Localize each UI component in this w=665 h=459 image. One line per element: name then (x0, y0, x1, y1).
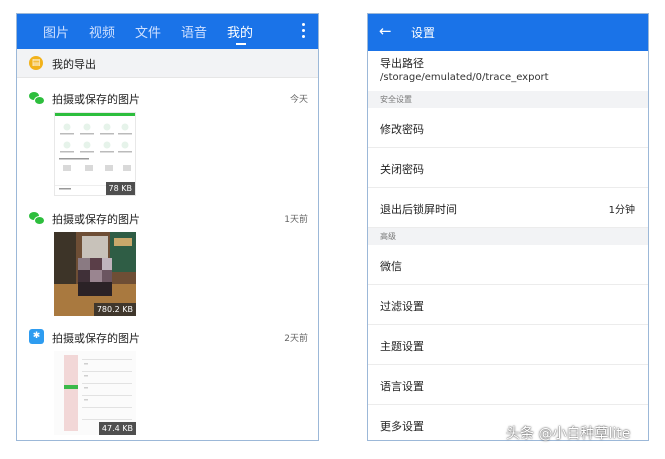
settings-panel: ← 设置 导出路径 /storage/emulated/0/trace_expo… (367, 13, 649, 441)
tab-files[interactable]: 文件 (135, 22, 161, 41)
image-thumbnail[interactable]: 780.2 KB (54, 232, 136, 316)
group-time: 今天 (289, 95, 308, 105)
file-size-badge: 780.2 KB (93, 303, 136, 316)
wechat-icon (29, 90, 45, 105)
tab-bar: 图片 视频 文件 语音 我的 (17, 14, 318, 49)
back-arrow-icon[interactable]: ← (379, 22, 392, 40)
setting-change-password[interactable]: 修改密码 (368, 108, 648, 148)
image-thumbnail[interactable]: 78 KB (54, 112, 136, 196)
setting-label: 语言设置 (380, 380, 424, 393)
setting-label: 微信 (380, 260, 402, 273)
settings-toolbar: ← 设置 (368, 14, 648, 51)
group-title: 拍摄或保存的图片 (52, 213, 140, 226)
setting-theme[interactable]: 主题设置 (368, 325, 648, 365)
active-tab-indicator (236, 43, 246, 45)
group-time: 1天前 (284, 215, 308, 225)
setting-filter[interactable]: 过滤设置 (368, 285, 648, 325)
wechat-icon (29, 210, 45, 225)
tab-mine[interactable]: 我的 (227, 22, 253, 41)
setting-value: 1分钟 (608, 205, 635, 216)
watermark-text: 头条 @小白种草lite (506, 426, 631, 442)
group-title: 拍摄或保存的图片 (52, 332, 140, 345)
section-header-security: 安全设置 (368, 91, 648, 108)
page-title: 设置 (411, 26, 436, 40)
setting-label: 退出后锁屏时间 (380, 203, 457, 216)
setting-label: 更多设置 (380, 420, 424, 433)
tab-images[interactable]: 图片 (43, 22, 69, 41)
app-icon: ✱ (29, 329, 44, 344)
file-size-badge: 78 KB (105, 182, 135, 195)
my-exports-row[interactable]: ▤ 我的导出 (17, 49, 318, 78)
group-title: 拍摄或保存的图片 (52, 93, 140, 106)
setting-disable-password[interactable]: 关闭密码 (368, 148, 648, 188)
tab-videos[interactable]: 视频 (89, 22, 115, 41)
setting-label: 关闭密码 (380, 163, 424, 176)
setting-label: 主题设置 (380, 340, 424, 353)
setting-language[interactable]: 语言设置 (368, 365, 648, 405)
history-panel: 图片 视频 文件 语音 我的 ▤ 我的导出 拍摄或保存的图片 今天 78 KB … (16, 13, 319, 441)
tab-voice[interactable]: 语音 (181, 22, 207, 41)
export-path-title: 导出路径 (380, 57, 424, 70)
export-path-setting[interactable]: 导出路径 /storage/emulated/0/trace_export (368, 51, 648, 91)
export-path-value: /storage/emulated/0/trace_export (380, 72, 549, 83)
image-thumbnail[interactable]: 47.4 KB (54, 351, 136, 435)
image-group: ✱ 拍摄或保存的图片 2天前 47.4 KB (17, 329, 318, 439)
setting-label: 修改密码 (380, 123, 424, 136)
setting-lock-timeout[interactable]: 退出后锁屏时间 1分钟 (368, 188, 648, 228)
more-menu-icon[interactable] (300, 21, 306, 41)
file-size-badge: 47.4 KB (98, 422, 136, 435)
setting-wechat[interactable]: 微信 (368, 245, 648, 285)
section-header-advanced: 高级 (368, 228, 648, 245)
section-label: 安全设置 (380, 95, 412, 104)
my-exports-label: 我的导出 (52, 58, 96, 71)
section-label: 高级 (380, 232, 396, 241)
export-icon: ▤ (29, 56, 43, 70)
group-time: 2天前 (284, 334, 308, 344)
image-group: 拍摄或保存的图片 1天前 780.2 KB (17, 210, 318, 320)
setting-label: 过滤设置 (380, 300, 424, 313)
image-group: 拍摄或保存的图片 今天 78 KB (17, 90, 318, 200)
